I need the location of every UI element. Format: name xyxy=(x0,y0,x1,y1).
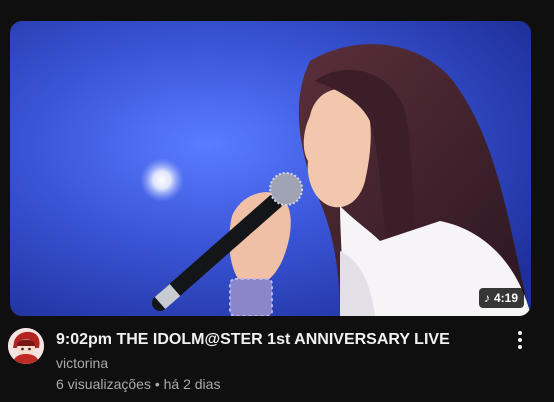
thumbnail-image xyxy=(10,21,531,316)
video-thumbnail[interactable]: ♪ 4:19 xyxy=(10,21,531,316)
duration-badge: ♪ 4:19 xyxy=(478,288,524,308)
video-stats: 6 visualizações • há 2 dias xyxy=(56,376,221,392)
music-note-icon: ♪ xyxy=(483,291,490,305)
channel-name[interactable]: victorina xyxy=(56,353,108,373)
video-card[interactable]: ♪ 4:19 9:02pm THE IDOLM@STER 1st ANNIVER… xyxy=(0,0,554,402)
more-vert-icon[interactable] xyxy=(508,328,532,352)
video-title[interactable]: 9:02pm THE IDOLM@STER 1st ANNIVERSARY LI… xyxy=(56,329,506,351)
channel-avatar-icon[interactable] xyxy=(8,328,44,364)
duration-text: 4:19 xyxy=(493,291,518,305)
video-details: 9:02pm THE IDOLM@STER 1st ANNIVERSARY LI… xyxy=(8,326,548,396)
